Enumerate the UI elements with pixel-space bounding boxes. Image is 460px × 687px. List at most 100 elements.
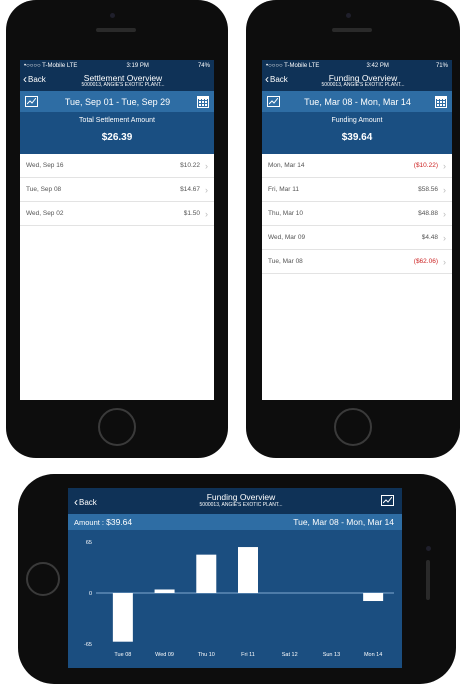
date-range[interactable]: Tue, Mar 08 - Mon, Mar 14: [293, 517, 394, 527]
row-date: Tue, Sep 08: [26, 186, 62, 193]
y-tick-label: 0: [89, 591, 92, 597]
list-item[interactable]: Thu, Mar 10 $48.88 ›: [262, 202, 452, 226]
chart-bar: [196, 554, 217, 593]
x-tick-label: Mon 14: [364, 652, 382, 658]
x-tick-label: Wed 09: [155, 652, 174, 658]
chart-bar: [363, 593, 384, 602]
merchant-name: 5000013, ANGIE'S EXOTIC PLANT...: [321, 82, 405, 89]
x-tick-label: Sun 13: [323, 652, 340, 658]
list-item[interactable]: Wed, Sep 16 $10.22 ›: [20, 154, 214, 178]
row-amount: $10.22: [180, 162, 200, 169]
nav-bar: ‹ Back Settlement Overview 5000013, ANGI…: [20, 71, 214, 91]
row-chevron-icon: ›: [443, 256, 446, 267]
camera: [346, 13, 351, 18]
row-chevron-icon: ›: [443, 208, 446, 219]
phone-settlement: •○○○○ T-Mobile LTE 3:19 PM 74% ‹ Back Se…: [6, 0, 228, 458]
funding-screen: •○○○○ T-Mobile LTE 3:42 PM 71% ‹ Back Fu…: [262, 60, 452, 400]
settlement-screen: •○○○○ T-Mobile LTE 3:19 PM 74% ‹ Back Se…: [20, 60, 214, 400]
date-bar: Tue, Mar 08 - Mon, Mar 14: [262, 91, 452, 112]
trend-chart-icon[interactable]: [267, 96, 280, 107]
page-title: Funding Overview: [328, 72, 398, 83]
total-label: Total Settlement Amount: [79, 117, 155, 124]
landscape-screen: ‹ Back Funding Overview 5000013, ANGIE'S…: [68, 488, 402, 668]
trend-chart-icon[interactable]: [381, 495, 394, 506]
list-item[interactable]: Tue, Sep 08 $14.67 ›: [20, 178, 214, 202]
row-amount: $4.48: [421, 234, 438, 241]
row-chevron-icon: ›: [443, 232, 446, 243]
nav-title: Funding Overview 5000013, ANGIE'S EXOTIC…: [262, 74, 452, 89]
y-tick-label: -65: [84, 642, 92, 648]
list-item[interactable]: Wed, Mar 09 $4.48 ›: [262, 226, 452, 250]
row-amount: ($62.06): [413, 258, 438, 265]
back-button[interactable]: ‹ Back: [265, 73, 288, 85]
row-date: Thu, Mar 10: [268, 210, 304, 217]
nav-title: Settlement Overview 5000013, ANGIE'S EXO…: [20, 74, 214, 89]
trend-chart-icon[interactable]: [25, 96, 38, 107]
chart-bar: [112, 593, 133, 642]
row-chevron-icon: ›: [205, 184, 208, 195]
home-button[interactable]: [98, 408, 136, 446]
row-chevron-icon: ›: [443, 184, 446, 195]
y-tick-label: 65: [86, 540, 92, 546]
page-title: Settlement Overview: [83, 72, 163, 83]
row-amount: $14.67: [180, 186, 200, 193]
amount-label: Amount :: [74, 518, 105, 527]
total-amount: $26.39: [101, 132, 133, 143]
status-bar: •○○○○ T-Mobile LTE 3:19 PM 74%: [20, 60, 214, 71]
battery: 74%: [197, 62, 210, 69]
row-amount: $1.50: [183, 210, 200, 217]
funding-list: Mon, Mar 14 ($10.22) › Fri, Mar 11 $58.56…: [262, 154, 452, 274]
home-button[interactable]: [334, 408, 372, 446]
row-chevron-icon: ›: [443, 160, 446, 171]
speaker: [332, 28, 372, 32]
list-item[interactable]: Wed, Sep 02 $1.50 ›: [20, 202, 214, 226]
date-bar: Tue, Sep 01 - Tue, Sep 29: [20, 91, 214, 112]
x-tick-label: Thu 10: [198, 652, 215, 658]
row-date: Fri, Mar 11: [268, 186, 299, 193]
back-button[interactable]: ‹ Back: [23, 72, 46, 86]
amount-summary: Amount : $39.64: [74, 517, 132, 527]
back-label: Back: [270, 74, 288, 84]
list-item[interactable]: Mon, Mar 14 ($10.22) ›: [262, 154, 452, 178]
back-label: Back: [28, 74, 46, 84]
row-date: Wed, Sep 02: [26, 210, 64, 217]
back-chevron-icon: ‹: [23, 72, 27, 86]
battery: 71%: [435, 62, 448, 69]
row-date: Tue, Mar 08: [268, 258, 303, 265]
page-title: Funding Overview: [206, 492, 276, 502]
camera: [110, 13, 115, 18]
merchant-name: 5000013, ANGIE'S EXOTIC PLANT...: [199, 501, 283, 508]
list-item[interactable]: Fri, Mar 11 $58.56 ›: [262, 178, 452, 202]
row-date: Wed, Mar 09: [268, 234, 306, 241]
x-tick-label: Tue 08: [114, 652, 131, 658]
row-chevron-icon: ›: [205, 208, 208, 219]
x-tick-label: Fri 11: [241, 652, 255, 658]
status-bar: •○○○○ T-Mobile LTE 3:42 PM 71%: [262, 60, 452, 71]
nav-bar: ‹ Back Funding Overview 5000013, ANGIE'S…: [68, 488, 402, 514]
chart-svg: 65 0 -65 Tue 08 Wed 09 Thu 10 Fri 11 Sat 12 Sun …: [84, 540, 394, 658]
row-date: Wed, Sep 16: [26, 162, 64, 169]
calendar-icon[interactable]: [435, 95, 447, 108]
speaker: [96, 28, 136, 32]
row-amount: $58.56: [418, 186, 438, 193]
home-button[interactable]: [26, 562, 60, 596]
date-range[interactable]: Tue, Mar 08 - Mon, Mar 14: [304, 97, 411, 107]
nav-title: Funding Overview 5000013, ANGIE'S EXOTIC…: [68, 493, 402, 508]
row-chevron-icon: ›: [205, 160, 208, 171]
row-amount: $48.88: [418, 210, 438, 217]
total-panel: Total Settlement Amount $26.39: [20, 112, 214, 154]
nav-bar: ‹ Back Funding Overview 5000013, ANGIE'S…: [262, 71, 452, 91]
amount-bar: Amount : $39.64 Tue, Mar 08 - Mon, Mar 1…: [68, 514, 402, 530]
carrier: •○○○○ T-Mobile LTE: [266, 62, 320, 69]
list-item[interactable]: Tue, Mar 08 ($62.06) ›: [262, 250, 452, 274]
phone-landscape: ‹ Back Funding Overview 5000013, ANGIE'S…: [18, 474, 456, 684]
clock: 3:19 PM: [126, 62, 149, 69]
amount-value: $39.64: [106, 517, 133, 527]
date-range[interactable]: Tue, Sep 01 - Tue, Sep 29: [65, 97, 170, 107]
camera: [426, 546, 431, 551]
x-tick-label: Sat 12: [282, 652, 298, 658]
settlement-list: Wed, Sep 16 $10.22 › Tue, Sep 08 $14.67 › …: [20, 154, 214, 226]
calendar-icon[interactable]: [197, 95, 209, 108]
total-panel: Funding Amount $39.64: [262, 112, 452, 154]
row-date: Mon, Mar 14: [268, 162, 305, 169]
